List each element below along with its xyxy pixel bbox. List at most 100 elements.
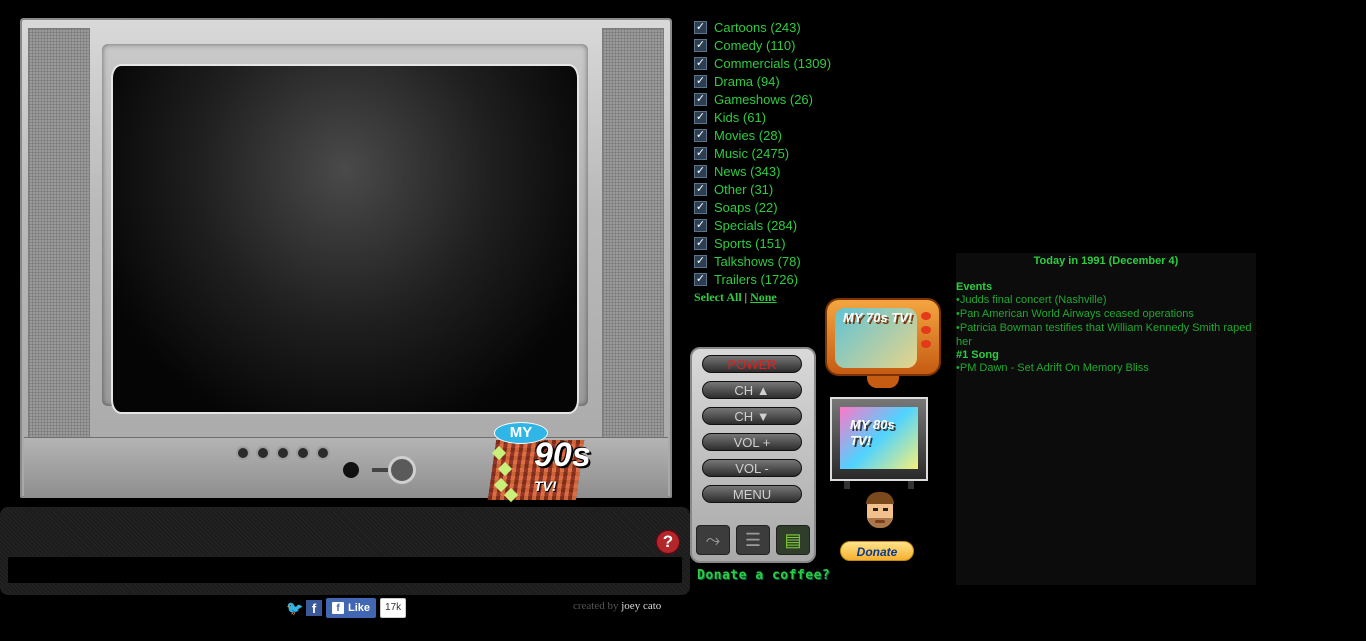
my-70s-tv-link[interactable]: MY 70s TV! (823, 298, 943, 390)
logo-tv-text: TV! (534, 478, 557, 494)
category-item[interactable]: ✓ Drama (94) (694, 72, 831, 90)
tv-stand (0, 507, 690, 595)
credits-author-link[interactable]: joey cato (621, 600, 661, 612)
category-label: Cartoons (243) (714, 19, 801, 35)
category-item[interactable]: ✓ Gameshows (26) (694, 90, 831, 108)
checkbox-checked-icon[interactable]: ✓ (694, 200, 707, 214)
tv-vol-up-button[interactable] (276, 446, 290, 460)
category-label: Movies (28) (714, 127, 782, 143)
category-item[interactable]: ✓ News (343) (694, 162, 831, 180)
tv-ch-down-button[interactable] (296, 446, 310, 460)
tv-leg (844, 481, 850, 489)
checkbox-checked-icon[interactable]: ✓ (694, 146, 707, 160)
facebook-icon[interactable]: f (306, 600, 322, 616)
event-item: •Pan American World Airways ceased opera… (956, 308, 1194, 320)
category-label: Comedy (110) (714, 37, 796, 53)
donate-coffee-link[interactable]: Donate a coffee? (697, 568, 830, 583)
checkbox-checked-icon[interactable]: ✓ (694, 272, 707, 286)
category-item[interactable]: ✓ Other (31) (694, 180, 831, 198)
category-label: Drama (94) (714, 73, 780, 89)
category-item[interactable]: ✓ Kids (61) (694, 108, 831, 126)
menu-button[interactable]: MENU (702, 485, 802, 503)
tv-screen[interactable] (111, 64, 579, 414)
like-label: Like (348, 602, 371, 614)
category-item[interactable]: ✓ Commercials (1309) (694, 54, 831, 72)
volume-up-button[interactable]: VOL + (702, 433, 802, 451)
category-label: Other (31) (714, 181, 774, 197)
checkbox-checked-icon[interactable]: ✓ (694, 110, 707, 124)
creator-avatar (862, 492, 898, 540)
tv-menu-button[interactable] (236, 446, 250, 460)
category-label: Talkshows (78) (714, 253, 801, 269)
checkbox-checked-icon[interactable]: ✓ (694, 56, 707, 70)
avatar-mouth (875, 520, 885, 523)
category-item[interactable]: ✓ Cartoons (243) (694, 18, 831, 36)
tv-guide-icon[interactable]: ▤ (776, 525, 810, 555)
remote-control: POWER CH ▲ CH ▼ VOL + VOL - MENU ⤳ ☰ ▤ (690, 347, 816, 563)
checkbox-checked-icon[interactable]: ✓ (694, 38, 707, 52)
category-item[interactable]: ✓ Movies (28) (694, 126, 831, 144)
category-item[interactable]: ✓ Music (2475) (694, 144, 831, 162)
select-all-link[interactable]: Select All (694, 290, 742, 304)
like-count: 17k (380, 598, 407, 618)
volume-down-button[interactable]: VOL - (702, 459, 802, 477)
event-item: •Judds final concert (Nashville) (956, 294, 1107, 306)
checkbox-checked-icon[interactable]: ✓ (694, 254, 707, 268)
tv-ch-up-button[interactable] (316, 446, 330, 460)
checkbox-checked-icon[interactable]: ✓ (694, 236, 707, 250)
logo-70s-text: MY 70s TV! (843, 310, 913, 325)
power-button[interactable]: POWER (702, 355, 802, 373)
category-label: Sports (151) (714, 235, 786, 251)
category-label: Commercials (1309) (714, 55, 832, 71)
logo-90s-text: 90s (534, 436, 591, 474)
speaker-left (28, 28, 90, 466)
select-none-link[interactable]: None (750, 290, 777, 304)
category-item[interactable]: ✓ Comedy (110) (694, 36, 831, 54)
avatar-eye (883, 508, 888, 511)
checkbox-checked-icon[interactable]: ✓ (694, 92, 707, 106)
event-item: •Patricia Bowman testifies that William … (956, 322, 1252, 348)
facebook-small-icon: f (332, 602, 344, 614)
share-icon[interactable]: ⤳ (696, 525, 730, 555)
today-title: Today in 1991 (December 4) (1033, 255, 1179, 267)
select-separator: | (744, 290, 748, 304)
donate-button[interactable]: Donate (840, 541, 914, 561)
events-heading: Events (956, 281, 993, 293)
tv-power-knob[interactable] (388, 456, 416, 484)
chat-icon[interactable]: ☰ (736, 525, 770, 555)
tv-knob-icon (921, 340, 931, 348)
category-item[interactable]: ✓ Soaps (22) (694, 198, 831, 216)
category-label: News (343) (714, 163, 781, 179)
song-heading: #1 Song (956, 349, 999, 361)
twitter-icon[interactable]: 🐦 (286, 600, 303, 616)
select-controls: Select All | None (694, 290, 831, 305)
category-label: Music (2475) (714, 145, 790, 161)
checkbox-checked-icon[interactable]: ✓ (694, 128, 707, 142)
facebook-like-button[interactable]: f Like (326, 598, 377, 618)
my-80s-tv-link[interactable]: MY 80s TV! (830, 397, 930, 491)
speaker-right (602, 28, 664, 466)
help-icon[interactable]: ? (656, 530, 680, 554)
checkbox-checked-icon[interactable]: ✓ (694, 182, 707, 196)
category-item[interactable]: ✓ Specials (284) (694, 216, 831, 234)
credits-prefix: created by (573, 600, 619, 612)
tv-vol-down-button[interactable] (256, 446, 270, 460)
channel-down-button[interactable]: CH ▼ (702, 407, 802, 425)
tv-knob-icon (921, 312, 931, 320)
tv-knob-icon (921, 326, 931, 334)
checkbox-checked-icon[interactable]: ✓ (694, 20, 707, 34)
channel-up-button[interactable]: CH ▲ (702, 381, 802, 399)
category-item[interactable]: ✓ Sports (151) (694, 234, 831, 252)
retro-tv-stand (867, 376, 899, 388)
category-item[interactable]: ✓ Trailers (1726) (694, 270, 831, 288)
checkbox-checked-icon[interactable]: ✓ (694, 164, 707, 178)
category-label: Kids (61) (714, 109, 767, 125)
tv-ir-sensor (343, 462, 359, 478)
category-list: ✓ Cartoons (243) ✓ Comedy (110) ✓ Commercia… (694, 18, 831, 305)
checkbox-checked-icon[interactable]: ✓ (694, 74, 707, 88)
avatar-hair (866, 492, 894, 504)
logo-80s-text: MY 80s TV! (850, 417, 895, 448)
category-label: Soaps (22) (714, 199, 778, 215)
category-item[interactable]: ✓ Talkshows (78) (694, 252, 831, 270)
checkbox-checked-icon[interactable]: ✓ (694, 218, 707, 232)
